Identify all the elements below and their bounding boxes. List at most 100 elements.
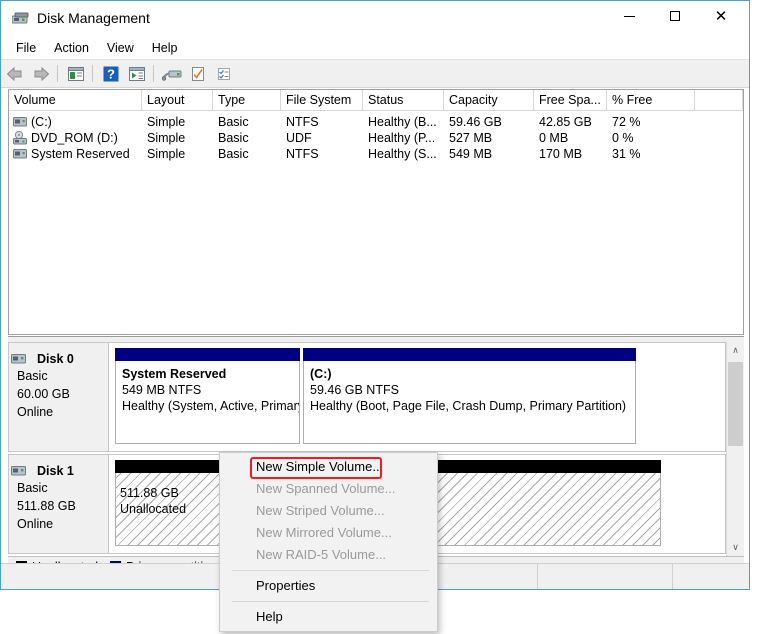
cell-free-space: 42.85 GB: [539, 115, 592, 129]
cell-capacity: 549 MB: [449, 147, 493, 161]
column-header-layout[interactable]: Layout: [142, 90, 213, 110]
cell-status: Healthy (S...: [368, 147, 437, 161]
forward-icon[interactable]: [29, 63, 53, 85]
cell-volume: System Reserved: [31, 147, 130, 161]
hard-drive-icon: [11, 354, 26, 364]
close-icon: ✕: [714, 7, 728, 25]
partition-0-1[interactable]: (C:) 59.46 GB NTFS Healthy (Boot, Page Fil…: [303, 348, 636, 444]
partition-status: Healthy (System, Active, Primary: [122, 399, 300, 413]
disk-management-icon: [12, 12, 29, 24]
cell-layout: Simple: [147, 131, 186, 145]
column-header-status[interactable]: Status: [363, 90, 444, 110]
table-row[interactable]: DVD_ROM (D:) Simple Basic UDF Healthy (P... 5…: [9, 130, 743, 146]
partition-size: 549 MB NTFS: [122, 383, 202, 397]
disk-info-1[interactable]: Disk 1 Basic 511.88 GB Online: [9, 455, 109, 553]
volume-list-header: Volume Layout Type File System Status Capacit…: [9, 90, 743, 111]
cell-type: Basic: [218, 131, 249, 145]
table-row[interactable]: System Reserved Simple Basic NTFS Healthy (S…: [9, 146, 743, 162]
cell-file-system: NTFS: [286, 115, 319, 129]
cell-file-system: UDF: [286, 131, 312, 145]
column-header-capacity[interactable]: Capacity: [444, 90, 534, 110]
cell-volume: DVD_ROM (D:): [31, 131, 118, 145]
help-icon[interactable]: ?: [99, 63, 123, 85]
context-menu[interactable]: New Simple Volume... New Spanned Volume..…: [219, 452, 438, 632]
hard-drive-icon: [13, 149, 27, 159]
cell-percent-free: 31 %: [612, 147, 641, 161]
disk-name: Disk 0: [37, 352, 74, 366]
context-menu-separator: [232, 601, 429, 602]
menu-help[interactable]: Help: [143, 39, 187, 57]
column-header-type[interactable]: Type: [213, 90, 281, 110]
cell-free-space: 0 MB: [539, 131, 569, 145]
disk-type: Basic: [17, 481, 48, 495]
partition-0-0[interactable]: System Reserved 549 MB NTFS Healthy (Syste…: [115, 348, 300, 444]
column-header--free[interactable]: % Free: [607, 90, 695, 110]
menu-bar: File Action View Help: [1, 37, 749, 59]
disk-state: Online: [17, 405, 54, 419]
disk-partitions-0: System Reserved 549 MB NTFS Healthy (Syste…: [109, 343, 725, 451]
context-menu-item-properties[interactable]: Properties: [220, 575, 437, 597]
status-cell-4: [673, 564, 749, 589]
context-menu-item-new-mirrored-volume: New Mirrored Volume...: [256, 525, 392, 540]
minimize-button[interactable]: [606, 1, 652, 31]
close-button[interactable]: ✕: [698, 1, 744, 31]
hard-drive-icon: [11, 466, 26, 476]
volume-list-body: (C:) Simple Basic NTFS Healthy (B... 59.46 GB…: [9, 111, 743, 162]
menu-action[interactable]: Action: [45, 39, 98, 57]
show-hide-console-tree-icon[interactable]: [64, 63, 88, 85]
toolbar-separator: [92, 65, 93, 82]
disk-row-0[interactable]: Disk 0 Basic 60.00 GB Online System Reserved…: [8, 342, 726, 452]
back-icon[interactable]: [3, 63, 27, 85]
context-menu-item-help[interactable]: Help: [220, 606, 437, 628]
disk-view-scrollbar[interactable]: ∧ ∨: [726, 342, 744, 556]
column-header-volume[interactable]: Volume: [9, 90, 142, 110]
cell-free-space: 170 MB: [539, 147, 583, 161]
cell-capacity: 527 MB: [449, 131, 493, 145]
column-header-free-spa[interactable]: Free Spa...: [534, 90, 607, 110]
column-header-blank[interactable]: [695, 90, 743, 110]
maximize-button[interactable]: [652, 1, 698, 31]
cell-layout: Simple: [147, 115, 186, 129]
hard-drive-icon: [13, 117, 27, 127]
scroll-down-arrow-icon[interactable]: ∨: [727, 539, 744, 556]
properties-icon[interactable]: [186, 63, 210, 85]
volume-list[interactable]: Volume Layout Type File System Status Capacit…: [8, 89, 744, 335]
context-menu-item-new-simple-volume[interactable]: New Simple Volume...: [220, 456, 437, 478]
title-bar: Disk Management ✕: [1, 1, 749, 37]
scroll-up-arrow-icon[interactable]: ∧: [727, 342, 744, 359]
cd-rom-icon: [13, 131, 27, 145]
refresh-icon[interactable]: [212, 63, 236, 85]
context-menu-item-new-raid-5-volume: New RAID-5 Volume...: [256, 547, 387, 562]
cell-status: Healthy (B...: [368, 115, 437, 129]
cell-percent-free: 72 %: [612, 115, 641, 129]
context-menu-item-new-spanned-volume: New Spanned Volume...: [256, 481, 396, 496]
disk-info-0[interactable]: Disk 0 Basic 60.00 GB Online: [9, 343, 109, 451]
maximize-icon: [670, 11, 680, 21]
cell-layout: Simple: [147, 147, 186, 161]
disk-size: 60.00 GB: [17, 387, 70, 401]
disk-size: 511.88 GB: [17, 499, 76, 513]
partition-size: 59.46 GB NTFS: [310, 383, 399, 397]
disk-name: Disk 1: [37, 464, 74, 478]
partition-details: (C:) 59.46 GB NTFS Healthy (Boot, Page Fil…: [303, 361, 636, 444]
toolbar: ?: [1, 59, 749, 88]
status-cell-1: [1, 564, 225, 589]
context-menu-separator: [232, 570, 429, 571]
table-row[interactable]: (C:) Simple Basic NTFS Healthy (B... 59.46 GB…: [9, 114, 743, 130]
toolbar-separator: [153, 65, 154, 82]
partition-color-bar: [115, 348, 300, 361]
minimize-icon: [623, 16, 635, 17]
scrollbar-thumb[interactable]: [728, 362, 743, 446]
status-cell-3: [538, 564, 673, 589]
show-hide-action-pane-icon[interactable]: [125, 63, 149, 85]
column-header-file-system[interactable]: File System: [281, 90, 363, 110]
partition-label: (C:): [310, 367, 332, 381]
partition-status: Healthy (Boot, Page File, Crash Dump, Pr…: [310, 399, 627, 413]
cell-type: Basic: [218, 147, 249, 161]
window-title: Disk Management: [37, 10, 150, 26]
partition-label: System Reserved: [122, 367, 227, 381]
rescan-disks-icon[interactable]: [160, 63, 184, 85]
menu-view[interactable]: View: [98, 39, 143, 57]
screenshot-root: Disk Management ✕ File Action View Help: [0, 0, 762, 634]
menu-file[interactable]: File: [7, 39, 45, 57]
